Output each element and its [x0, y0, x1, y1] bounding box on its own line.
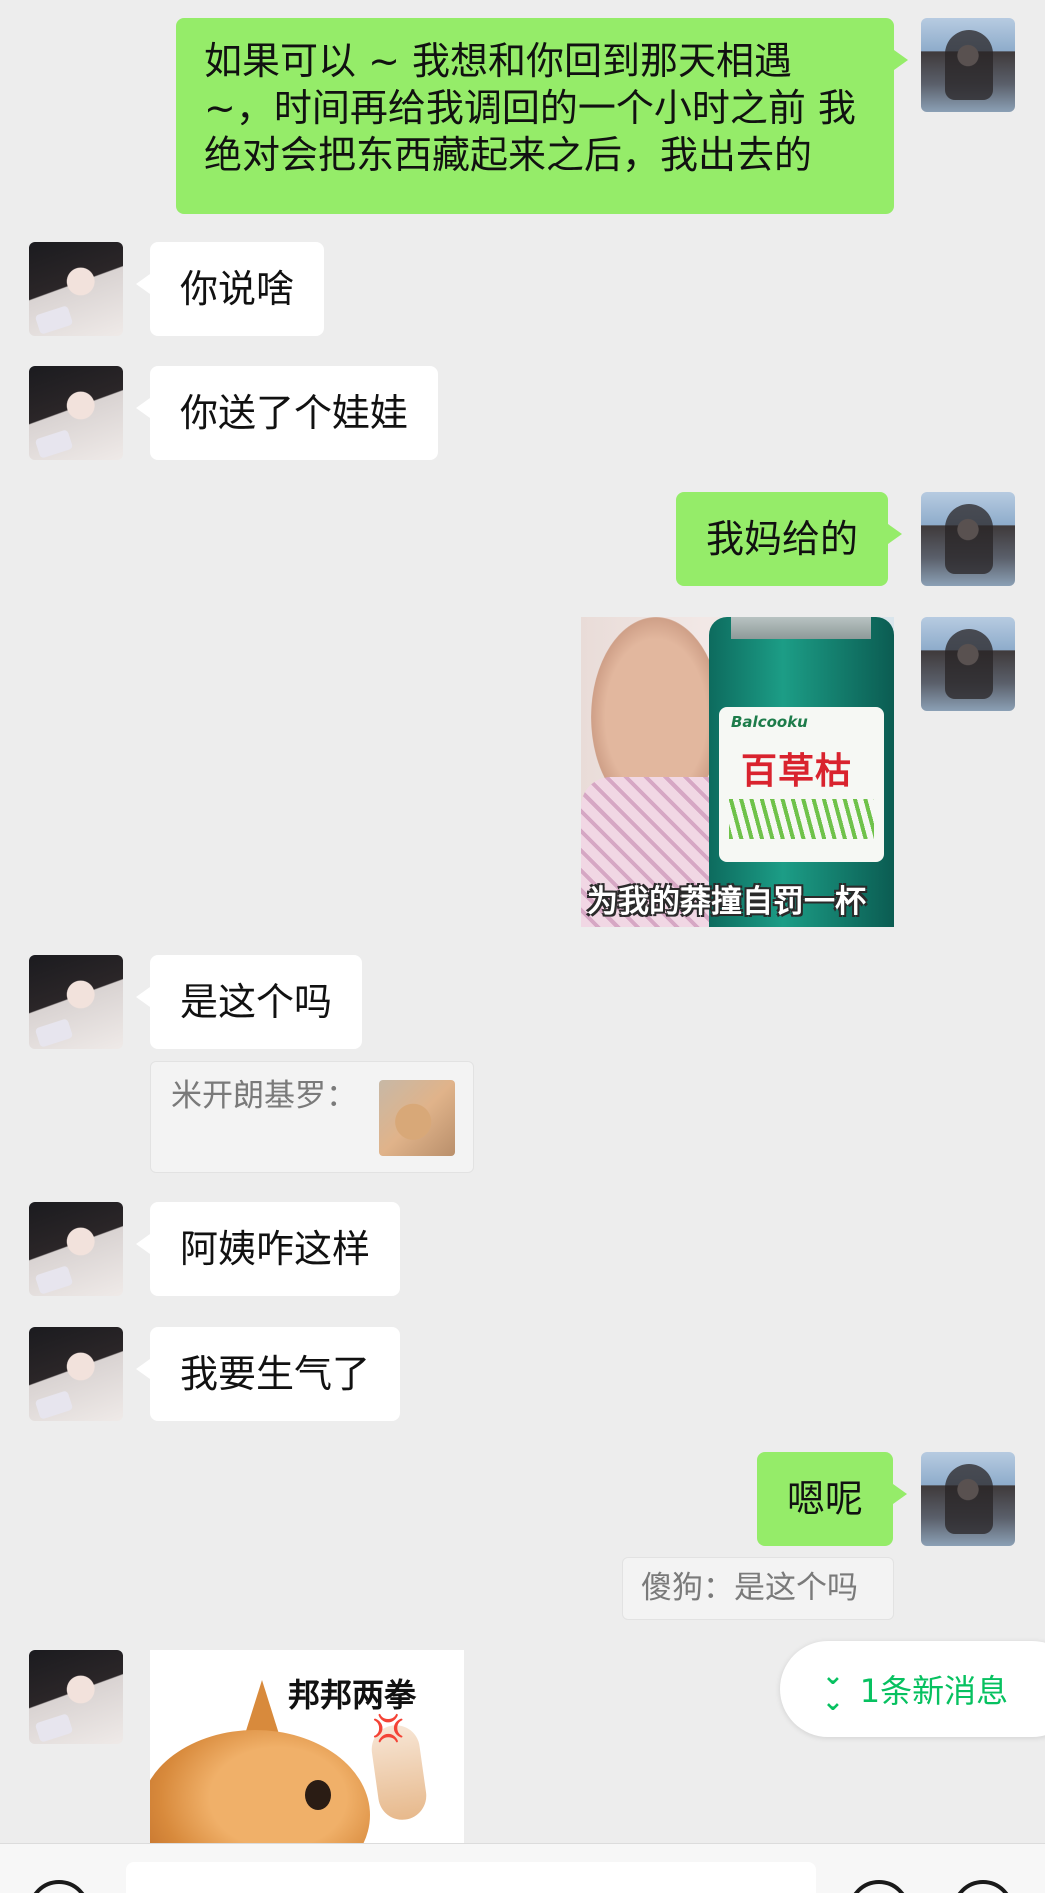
message-input[interactable]	[126, 1862, 816, 1893]
contact-avatar[interactable]	[29, 1650, 123, 1744]
message-bubble-received[interactable]: 是这个吗	[135, 955, 363, 1049]
message-text: 如果可以 ~ 我想和你回到那天相遇 ~，时间再给我调回的一个小时之前 我绝对会把…	[204, 39, 856, 177]
message-bubble-received[interactable]: 你送了个娃娃	[135, 366, 439, 460]
message-text: 是这个吗	[180, 980, 333, 1024]
anger-symbol-icon: 💢	[372, 1714, 405, 1744]
quoted-image-thumbnail[interactable]	[379, 1080, 455, 1156]
chevron-double-down-icon: ⌄ ⌄	[822, 1661, 844, 1717]
voice-input-icon[interactable]	[28, 1880, 90, 1893]
chat-message-list[interactable]: 如果可以 ~ 我想和你回到那天相遇 ~，时间再给我调回的一个小时之前 我绝对会把…	[0, 0, 1045, 1843]
quoted-sender: 米开朗基罗：	[171, 1078, 357, 1114]
input-bar	[0, 1843, 1045, 1893]
my-avatar[interactable]	[921, 1452, 1015, 1546]
new-messages-button[interactable]: ⌄ ⌄ 1条新消息	[780, 1641, 1045, 1737]
message-text: 我妈给的	[706, 517, 859, 561]
emoji-icon[interactable]	[848, 1880, 910, 1893]
grass-illustration	[729, 799, 874, 839]
message-bubble-received[interactable]: 你说啥	[135, 242, 325, 336]
quoted-message[interactable]: 傻狗：是这个吗	[622, 1557, 894, 1620]
new-messages-label: 1条新消息	[859, 1672, 1009, 1710]
sticker-caption: 为我的莽撞自罚一杯	[587, 884, 866, 920]
contact-avatar[interactable]	[29, 1327, 123, 1421]
message-bubble-sent[interactable]: 如果可以 ~ 我想和你回到那天相遇 ~，时间再给我调回的一个小时之前 我绝对会把…	[176, 18, 908, 214]
bottle-cap	[731, 617, 871, 639]
quoted-message[interactable]: 米开朗基罗：	[150, 1061, 474, 1173]
contact-avatar[interactable]	[29, 366, 123, 460]
message-text: 阿姨咋这样	[180, 1227, 371, 1271]
more-options-icon[interactable]	[952, 1880, 1014, 1893]
quoted-text: 傻狗：是这个吗	[641, 1570, 858, 1606]
message-bubble-received[interactable]: 阿姨咋这样	[135, 1202, 401, 1296]
message-text: 你说啥	[180, 267, 295, 311]
cat-eye	[305, 1780, 331, 1810]
contact-avatar[interactable]	[29, 1202, 123, 1296]
my-avatar[interactable]	[921, 617, 1015, 711]
cat-image	[150, 1730, 370, 1843]
bottle-label-brand: Balcooku	[731, 713, 808, 731]
my-avatar[interactable]	[921, 18, 1015, 112]
message-bubble-sent[interactable]: 我妈给的	[676, 492, 903, 586]
message-text: 你送了个娃娃	[180, 391, 409, 435]
contact-avatar[interactable]	[29, 242, 123, 336]
message-text: 嗯呢	[787, 1477, 864, 1521]
bottle-label-title: 百草枯	[741, 751, 853, 792]
sticker-caption: 邦邦两拳	[288, 1676, 417, 1714]
sticker-image-herbicide-bottle[interactable]: Balcooku 百草枯 为我的莽撞自罚一杯	[581, 617, 894, 927]
my-avatar[interactable]	[921, 492, 1015, 586]
message-bubble-received[interactable]: 我要生气了	[135, 1327, 401, 1421]
message-text: 我要生气了	[180, 1352, 371, 1396]
bottle-label: Balcooku 百草枯	[719, 707, 884, 862]
contact-avatar[interactable]	[29, 955, 123, 1049]
sticker-image-cat[interactable]: 💢 邦邦两拳	[150, 1650, 464, 1843]
message-bubble-sent[interactable]: 嗯呢	[757, 1452, 908, 1546]
